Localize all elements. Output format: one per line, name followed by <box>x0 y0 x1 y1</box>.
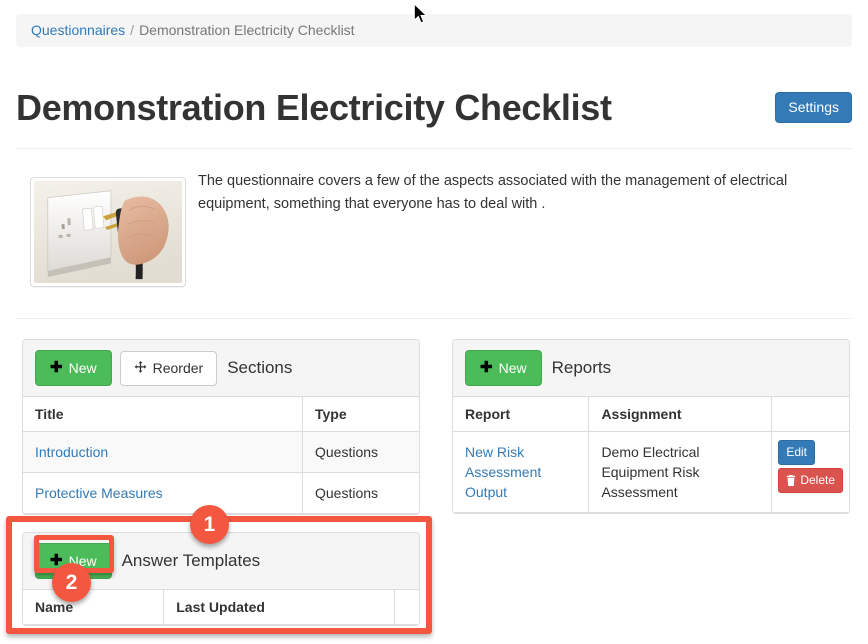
section-link-protective-measures[interactable]: Protective Measures <box>35 485 163 501</box>
sections-col-type: Type <box>303 397 420 432</box>
thumbnail-image <box>34 181 182 283</box>
annotation-badge-1: 1 <box>190 505 229 544</box>
move-arrows-icon <box>134 361 147 374</box>
content-divider <box>16 318 852 319</box>
table-header-row: Title Type <box>23 397 419 432</box>
templates-col-last-updated: Last Updated <box>164 590 395 625</box>
breadcrumb-link-questionnaires[interactable]: Questionnaires <box>31 22 125 38</box>
report-edit-button[interactable]: Edit <box>778 440 815 465</box>
templates-col-name: Name <box>23 590 164 625</box>
table-row[interactable]: New Risk Assessment Output Demo Electric… <box>453 432 849 513</box>
report-link-new-risk-assessment-output[interactable]: New Risk Assessment Output <box>465 444 541 500</box>
table-row[interactable]: Protective Measures Questions <box>23 473 419 514</box>
settings-button[interactable]: Settings <box>775 92 852 123</box>
reports-new-button[interactable]: ✚ New <box>465 350 542 386</box>
title-divider <box>16 148 852 149</box>
sections-table: Title Type Introduction Questions Protec… <box>23 397 419 514</box>
plus-icon: ✚ <box>480 360 493 375</box>
sections-reorder-button[interactable]: Reorder <box>120 351 218 386</box>
section-type-cell: Questions <box>303 473 420 514</box>
trash-icon <box>786 475 796 486</box>
sections-panel-title: Sections <box>227 358 292 378</box>
table-header-row: Report Assignment <box>453 397 849 432</box>
report-delete-button[interactable]: Delete <box>778 468 843 493</box>
sections-reorder-label: Reorder <box>153 361 204 375</box>
sections-panel: ✚ New Reorder Sections Title Type Introd… <box>22 339 420 515</box>
reports-col-assignment: Assignment <box>589 397 772 432</box>
sections-new-button[interactable]: ✚ New <box>35 350 112 386</box>
questionnaire-thumbnail <box>30 177 186 287</box>
sections-col-title: Title <box>23 397 303 432</box>
reports-panel: ✚ New Reports Report Assignment New Risk… <box>452 339 850 514</box>
plug-socket-illustration <box>34 181 182 283</box>
reports-col-report: Report <box>453 397 589 432</box>
reports-col-actions <box>772 397 849 432</box>
breadcrumb: Questionnaires/Demonstration Electricity… <box>16 14 852 47</box>
annotation-badge-2: 2 <box>52 563 91 602</box>
report-actions-cell: Edit Delete <box>772 432 849 513</box>
plus-icon: ✚ <box>50 360 63 375</box>
section-title-cell: Introduction <box>23 432 303 473</box>
breadcrumb-separator: / <box>125 22 139 38</box>
breadcrumb-current: Demonstration Electricity Checklist <box>139 22 355 38</box>
sections-new-label: New <box>69 361 97 375</box>
reports-new-label: New <box>499 361 527 375</box>
sections-panel-header: ✚ New Reorder Sections <box>23 340 419 397</box>
templates-col-actions <box>395 590 420 625</box>
reports-panel-title: Reports <box>552 358 612 378</box>
report-assignment-cell: Demo Electrical Equipment Risk Assessmen… <box>589 432 772 513</box>
section-title-cell: Protective Measures <box>23 473 303 514</box>
report-delete-label: Delete <box>800 474 835 486</box>
answer-templates-panel-title: Answer Templates <box>122 551 261 571</box>
report-name-cell: New Risk Assessment Output <box>453 432 589 513</box>
reports-panel-header: ✚ New Reports <box>453 340 849 397</box>
section-type-cell: Questions <box>303 432 420 473</box>
questionnaire-description: The questionnaire covers a few of the as… <box>198 170 850 216</box>
table-row[interactable]: Introduction Questions <box>23 432 419 473</box>
page-title: Demonstration Electricity Checklist <box>16 86 612 130</box>
reports-table: Report Assignment New Risk Assessment Ou… <box>453 397 849 513</box>
section-link-introduction[interactable]: Introduction <box>35 444 108 460</box>
